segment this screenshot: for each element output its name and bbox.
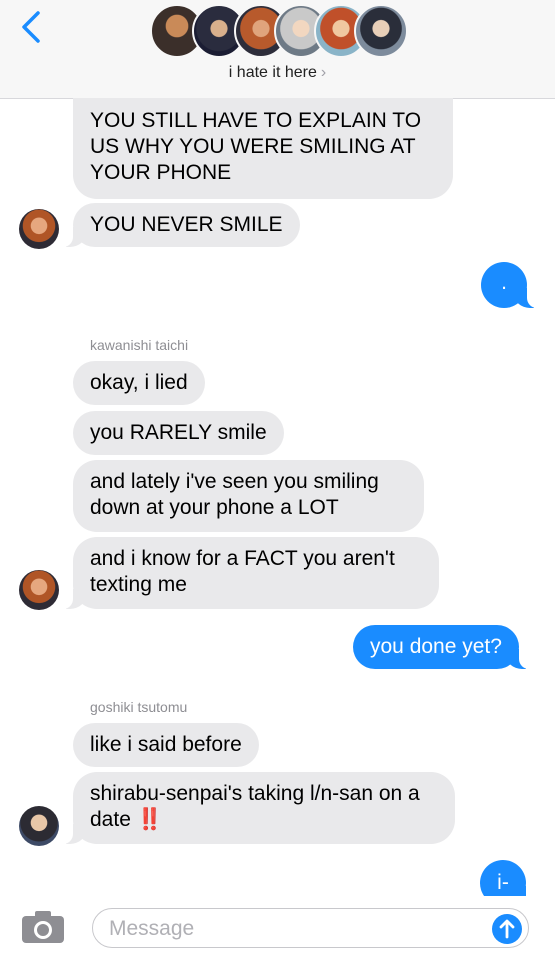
message-bubble[interactable]: you done yet? <box>353 625 529 669</box>
message-text: i- <box>497 871 509 894</box>
conversation-header: i hate it here › <box>0 0 555 99</box>
avatar[interactable] <box>19 209 59 249</box>
chevron-left-icon[interactable] <box>18 10 46 44</box>
arrow-up-icon <box>499 919 515 939</box>
message-text: YOU NEVER SMILE <box>90 213 283 236</box>
avatar[interactable] <box>19 806 59 846</box>
avatar <box>354 4 408 58</box>
message-bubble[interactable]: . <box>481 262 537 308</box>
sender-name: kawanishi taichi <box>90 337 189 353</box>
message-bubble[interactable]: you RARELY smile <box>73 411 284 455</box>
camera-icon[interactable] <box>21 910 65 944</box>
message-field[interactable] <box>92 908 529 948</box>
message-text: and lately i've seen you smiling down at… <box>90 470 379 519</box>
group-avatars[interactable] <box>150 4 410 62</box>
message-bubble[interactable]: YOU NEVER SMILE <box>63 203 300 247</box>
message-text: you done yet? <box>370 635 502 658</box>
message-bubble[interactable]: okay, i lied <box>73 361 205 405</box>
message-text: and i know for a FACT you aren't texting… <box>90 547 395 596</box>
message-bubble[interactable]: and i know for a FACT you aren't texting… <box>63 537 439 609</box>
message-text: you RARELY smile <box>90 421 267 444</box>
avatar[interactable] <box>19 570 59 610</box>
chevron-right-icon: › <box>320 64 327 81</box>
message-input[interactable] <box>109 915 469 943</box>
group-name[interactable]: i hate it here › <box>0 64 555 82</box>
message-bubble[interactable]: shirabu-senpai's taking l/n-san on a dat… <box>63 772 455 844</box>
message-bubble[interactable]: like i said before <box>73 723 259 767</box>
group-name-label: i hate it here <box>228 64 317 81</box>
message-bubble[interactable]: and lately i've seen you smiling down at… <box>73 460 424 532</box>
composer-bar <box>0 896 555 960</box>
double-exclamation-emoji: ‼️ <box>136 808 163 831</box>
message-bubble[interactable]: YOU STILL HAVE TO EXPLAIN TO US WHY YOU … <box>73 98 453 199</box>
sender-name: goshiki tsutomu <box>90 699 188 715</box>
message-text: okay, i lied <box>90 371 188 394</box>
message-text: YOU STILL HAVE TO EXPLAIN TO US WHY YOU … <box>90 109 422 184</box>
message-text: like i said before <box>90 733 242 756</box>
message-text: . <box>501 271 507 294</box>
send-button[interactable] <box>492 914 522 944</box>
